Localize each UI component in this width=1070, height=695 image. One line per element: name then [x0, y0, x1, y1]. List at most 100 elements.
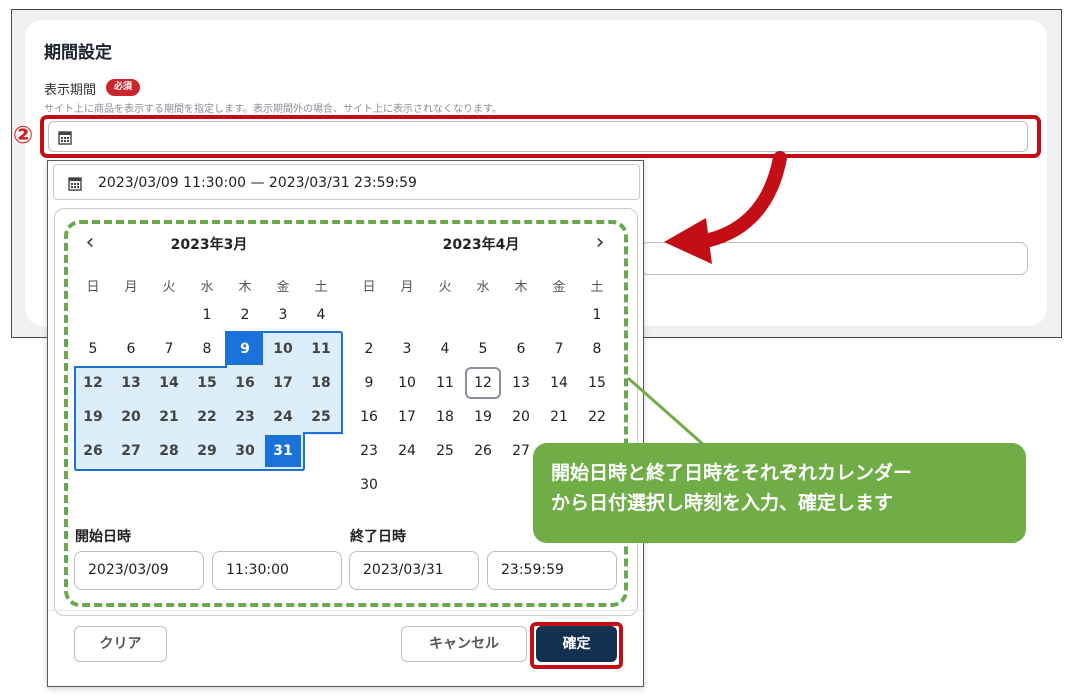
calendar-icon: [58, 130, 72, 149]
april-day-30[interactable]: 30: [351, 469, 387, 501]
left-month-title: 2023年3月: [170, 237, 248, 253]
april-day-10[interactable]: 10: [389, 367, 425, 399]
march-day-6[interactable]: 6: [113, 333, 149, 365]
april-day-5[interactable]: 5: [465, 333, 501, 365]
april-day-26[interactable]: 26: [465, 435, 501, 467]
clear-button[interactable]: クリア: [74, 626, 167, 662]
march-day-20[interactable]: 20: [113, 401, 149, 433]
weekday-header: 木: [238, 280, 252, 295]
april-day-1[interactable]: 1: [579, 299, 615, 331]
weekday-header: 金: [552, 280, 566, 295]
april-day-23[interactable]: 23: [351, 435, 387, 467]
march-day-7[interactable]: 7: [151, 333, 187, 365]
right-month-title: 2023年4月: [442, 237, 520, 253]
callout-line-1: 開始日時と終了日時をそれぞれカレンダー: [551, 462, 913, 484]
weekday-header: 水: [200, 280, 214, 295]
start-time-input[interactable]: 11:30:00: [212, 551, 342, 590]
april-day-7[interactable]: 7: [541, 333, 577, 365]
april-day-17[interactable]: 17: [389, 401, 425, 433]
range-text: 2023/03/09 11:30:00 — 2023/03/31 23:59:5…: [98, 175, 417, 191]
april-day-9[interactable]: 9: [351, 367, 387, 399]
march-day-24[interactable]: 24: [265, 401, 301, 433]
april-day-11[interactable]: 11: [427, 367, 463, 399]
april-day-4[interactable]: 4: [427, 333, 463, 365]
prev-month-button[interactable]: ‹: [80, 232, 100, 255]
footer-divider: [48, 610, 643, 611]
march-day-25[interactable]: 25: [303, 401, 339, 433]
end-time-input[interactable]: 23:59:59: [487, 551, 617, 590]
march-day-13[interactable]: 13: [113, 367, 149, 399]
march-day-18[interactable]: 18: [303, 367, 339, 399]
april-day-20[interactable]: 20: [503, 401, 539, 433]
march-day-22[interactable]: 22: [189, 401, 225, 433]
weekday-header: 日: [86, 280, 100, 295]
display-period-label: 表示期間: [44, 83, 97, 98]
section-title: 期間設定: [44, 43, 112, 63]
weekday-header: 土: [314, 280, 328, 295]
april-day-24[interactable]: 24: [389, 435, 425, 467]
april-day-16[interactable]: 16: [351, 401, 387, 433]
march-day-16[interactable]: 16: [227, 367, 263, 399]
march-day-26[interactable]: 26: [75, 435, 111, 467]
march-day-10[interactable]: 10: [265, 333, 301, 365]
weekday-header: 金: [276, 280, 290, 295]
march-day-2[interactable]: 2: [227, 299, 263, 331]
april-day-14[interactable]: 14: [541, 367, 577, 399]
march-day-12[interactable]: 12: [75, 367, 111, 399]
background-input[interactable]: [640, 242, 1028, 275]
weekday-header: 月: [400, 280, 414, 295]
weekday-header: 火: [162, 280, 176, 295]
march-day-27[interactable]: 27: [113, 435, 149, 467]
april-day-3[interactable]: 3: [389, 333, 425, 365]
confirm-button[interactable]: 確定: [536, 626, 617, 662]
range-display[interactable]: 2023/03/09 11:30:00 — 2023/03/31 23:59:5…: [53, 164, 640, 200]
annotation-callout: 開始日時と終了日時をそれぞれカレンダー から日付選択し時刻を入力、確定します: [533, 443, 1026, 543]
march-day-5[interactable]: 5: [75, 333, 111, 365]
start-date-input[interactable]: 2023/03/09: [74, 551, 204, 590]
april-day-22[interactable]: 22: [579, 401, 615, 433]
april-day-18[interactable]: 18: [427, 401, 463, 433]
march-day-1[interactable]: 1: [189, 299, 225, 331]
march-day-19[interactable]: 19: [75, 401, 111, 433]
april-day-8[interactable]: 8: [579, 333, 615, 365]
weekday-header: 月: [124, 280, 138, 295]
march-day-31[interactable]: 31: [265, 435, 301, 467]
march-day-17[interactable]: 17: [265, 367, 301, 399]
weekday-header: 火: [438, 280, 452, 295]
march-day-15[interactable]: 15: [189, 367, 225, 399]
march-day-28[interactable]: 28: [151, 435, 187, 467]
calendar-icon: [68, 176, 82, 195]
weekday-header: 木: [514, 280, 528, 295]
april-day-13[interactable]: 13: [503, 367, 539, 399]
april-day-25[interactable]: 25: [427, 435, 463, 467]
march-day-23[interactable]: 23: [227, 401, 263, 433]
field-hint: サイト上に商品を表示する期間を指定します。表示期間外の場合、サイト上に表示されな…: [44, 104, 502, 115]
march-day-4[interactable]: 4: [303, 299, 339, 331]
step-marker: ②: [12, 121, 34, 149]
march-day-9[interactable]: 9: [227, 333, 263, 365]
march-day-30[interactable]: 30: [227, 435, 263, 467]
april-day-19[interactable]: 19: [465, 401, 501, 433]
march-day-3[interactable]: 3: [265, 299, 301, 331]
april-day-6[interactable]: 6: [503, 333, 539, 365]
march-day-29[interactable]: 29: [189, 435, 225, 467]
april-day-21[interactable]: 21: [541, 401, 577, 433]
required-badge: 必須: [106, 79, 140, 96]
callout-line-2: から日付選択し時刻を入力、確定します: [551, 492, 894, 514]
april-day-12[interactable]: 12: [465, 367, 501, 399]
march-day-21[interactable]: 21: [151, 401, 187, 433]
weekday-header: 土: [590, 280, 604, 295]
end-date-input[interactable]: 2023/03/31: [349, 551, 479, 590]
end-datetime-label: 終了日時: [350, 529, 406, 545]
weekday-header: 日: [362, 280, 376, 295]
display-period-input[interactable]: [48, 121, 1028, 152]
cancel-button[interactable]: キャンセル: [401, 626, 527, 662]
next-month-button[interactable]: ›: [590, 232, 610, 255]
march-day-8[interactable]: 8: [189, 333, 225, 365]
march-day-11[interactable]: 11: [303, 333, 339, 365]
weekday-header: 水: [476, 280, 490, 295]
march-day-14[interactable]: 14: [151, 367, 187, 399]
start-datetime-label: 開始日時: [75, 529, 131, 545]
april-day-2[interactable]: 2: [351, 333, 387, 365]
april-day-15[interactable]: 15: [579, 367, 615, 399]
